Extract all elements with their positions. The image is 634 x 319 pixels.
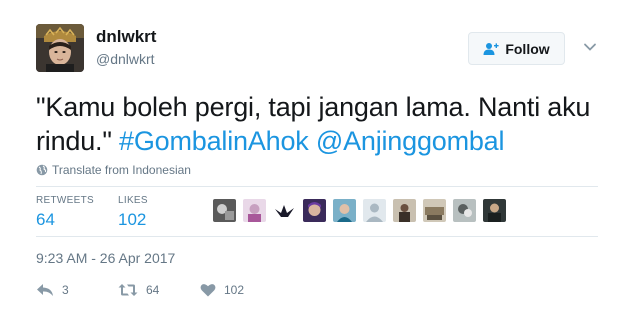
tweet-actions: 3 64 102 (36, 283, 282, 297)
retweets-label: RETWEETS (36, 195, 94, 206)
tweet-card: dnlwkrt @dnlwkrt Follow "Kamu boleh perg… (0, 0, 634, 319)
user-avatar[interactable] (36, 24, 84, 72)
reply-button[interactable]: 3 (36, 283, 118, 297)
retweets-stat[interactable]: RETWEETS 64 (36, 195, 94, 230)
translate-label: Translate from Indonesian (52, 163, 191, 177)
tweet-timestamp[interactable]: 9:23 AM - 26 Apr 2017 (36, 250, 175, 266)
likes-stat[interactable]: LIKES 102 (118, 195, 148, 230)
retweet-icon (118, 284, 138, 296)
translate-link[interactable]: Translate from Indonesian (36, 163, 191, 177)
tweet-text: "Kamu boleh pergi, tapi jangan lama. Nan… (36, 90, 606, 158)
retweets-count: 64 (36, 210, 55, 229)
liker-avatar[interactable] (453, 199, 476, 222)
chevron-down-icon[interactable] (583, 40, 597, 54)
liker-avatar[interactable] (423, 199, 446, 222)
like-count: 102 (224, 283, 245, 297)
divider (36, 236, 598, 237)
liker-avatar[interactable] (213, 199, 236, 222)
likes-count: 102 (118, 210, 147, 229)
liker-avatar[interactable] (303, 199, 326, 222)
retweet-count: 64 (146, 283, 160, 297)
liker-avatar[interactable] (363, 199, 386, 222)
mention-link[interactable]: @Anjinggombal (316, 126, 505, 156)
liker-avatar[interactable] (333, 199, 356, 222)
liker-avatar[interactable] (273, 199, 296, 222)
retweet-button[interactable]: 64 (118, 283, 200, 297)
reply-icon (37, 284, 53, 296)
follow-button-label: Follow (505, 40, 550, 57)
like-button[interactable]: 102 (200, 283, 282, 297)
likers-avatars (213, 199, 506, 222)
liker-avatar[interactable] (393, 199, 416, 222)
follow-button[interactable]: Follow (468, 32, 565, 65)
liker-avatar[interactable] (483, 199, 506, 222)
follow-person-plus-icon (483, 42, 499, 55)
reply-count: 3 (62, 283, 69, 297)
heart-icon (200, 284, 216, 297)
liker-avatar[interactable] (243, 199, 266, 222)
hashtag-link[interactable]: #GombalinAhok (119, 126, 309, 156)
user-handle[interactable]: @dnlwkrt (96, 51, 155, 67)
user-display-name[interactable]: dnlwkrt (96, 27, 156, 47)
avatar-image (36, 24, 84, 72)
divider (36, 186, 598, 187)
likes-label: LIKES (118, 195, 148, 206)
globe-icon (36, 164, 48, 176)
